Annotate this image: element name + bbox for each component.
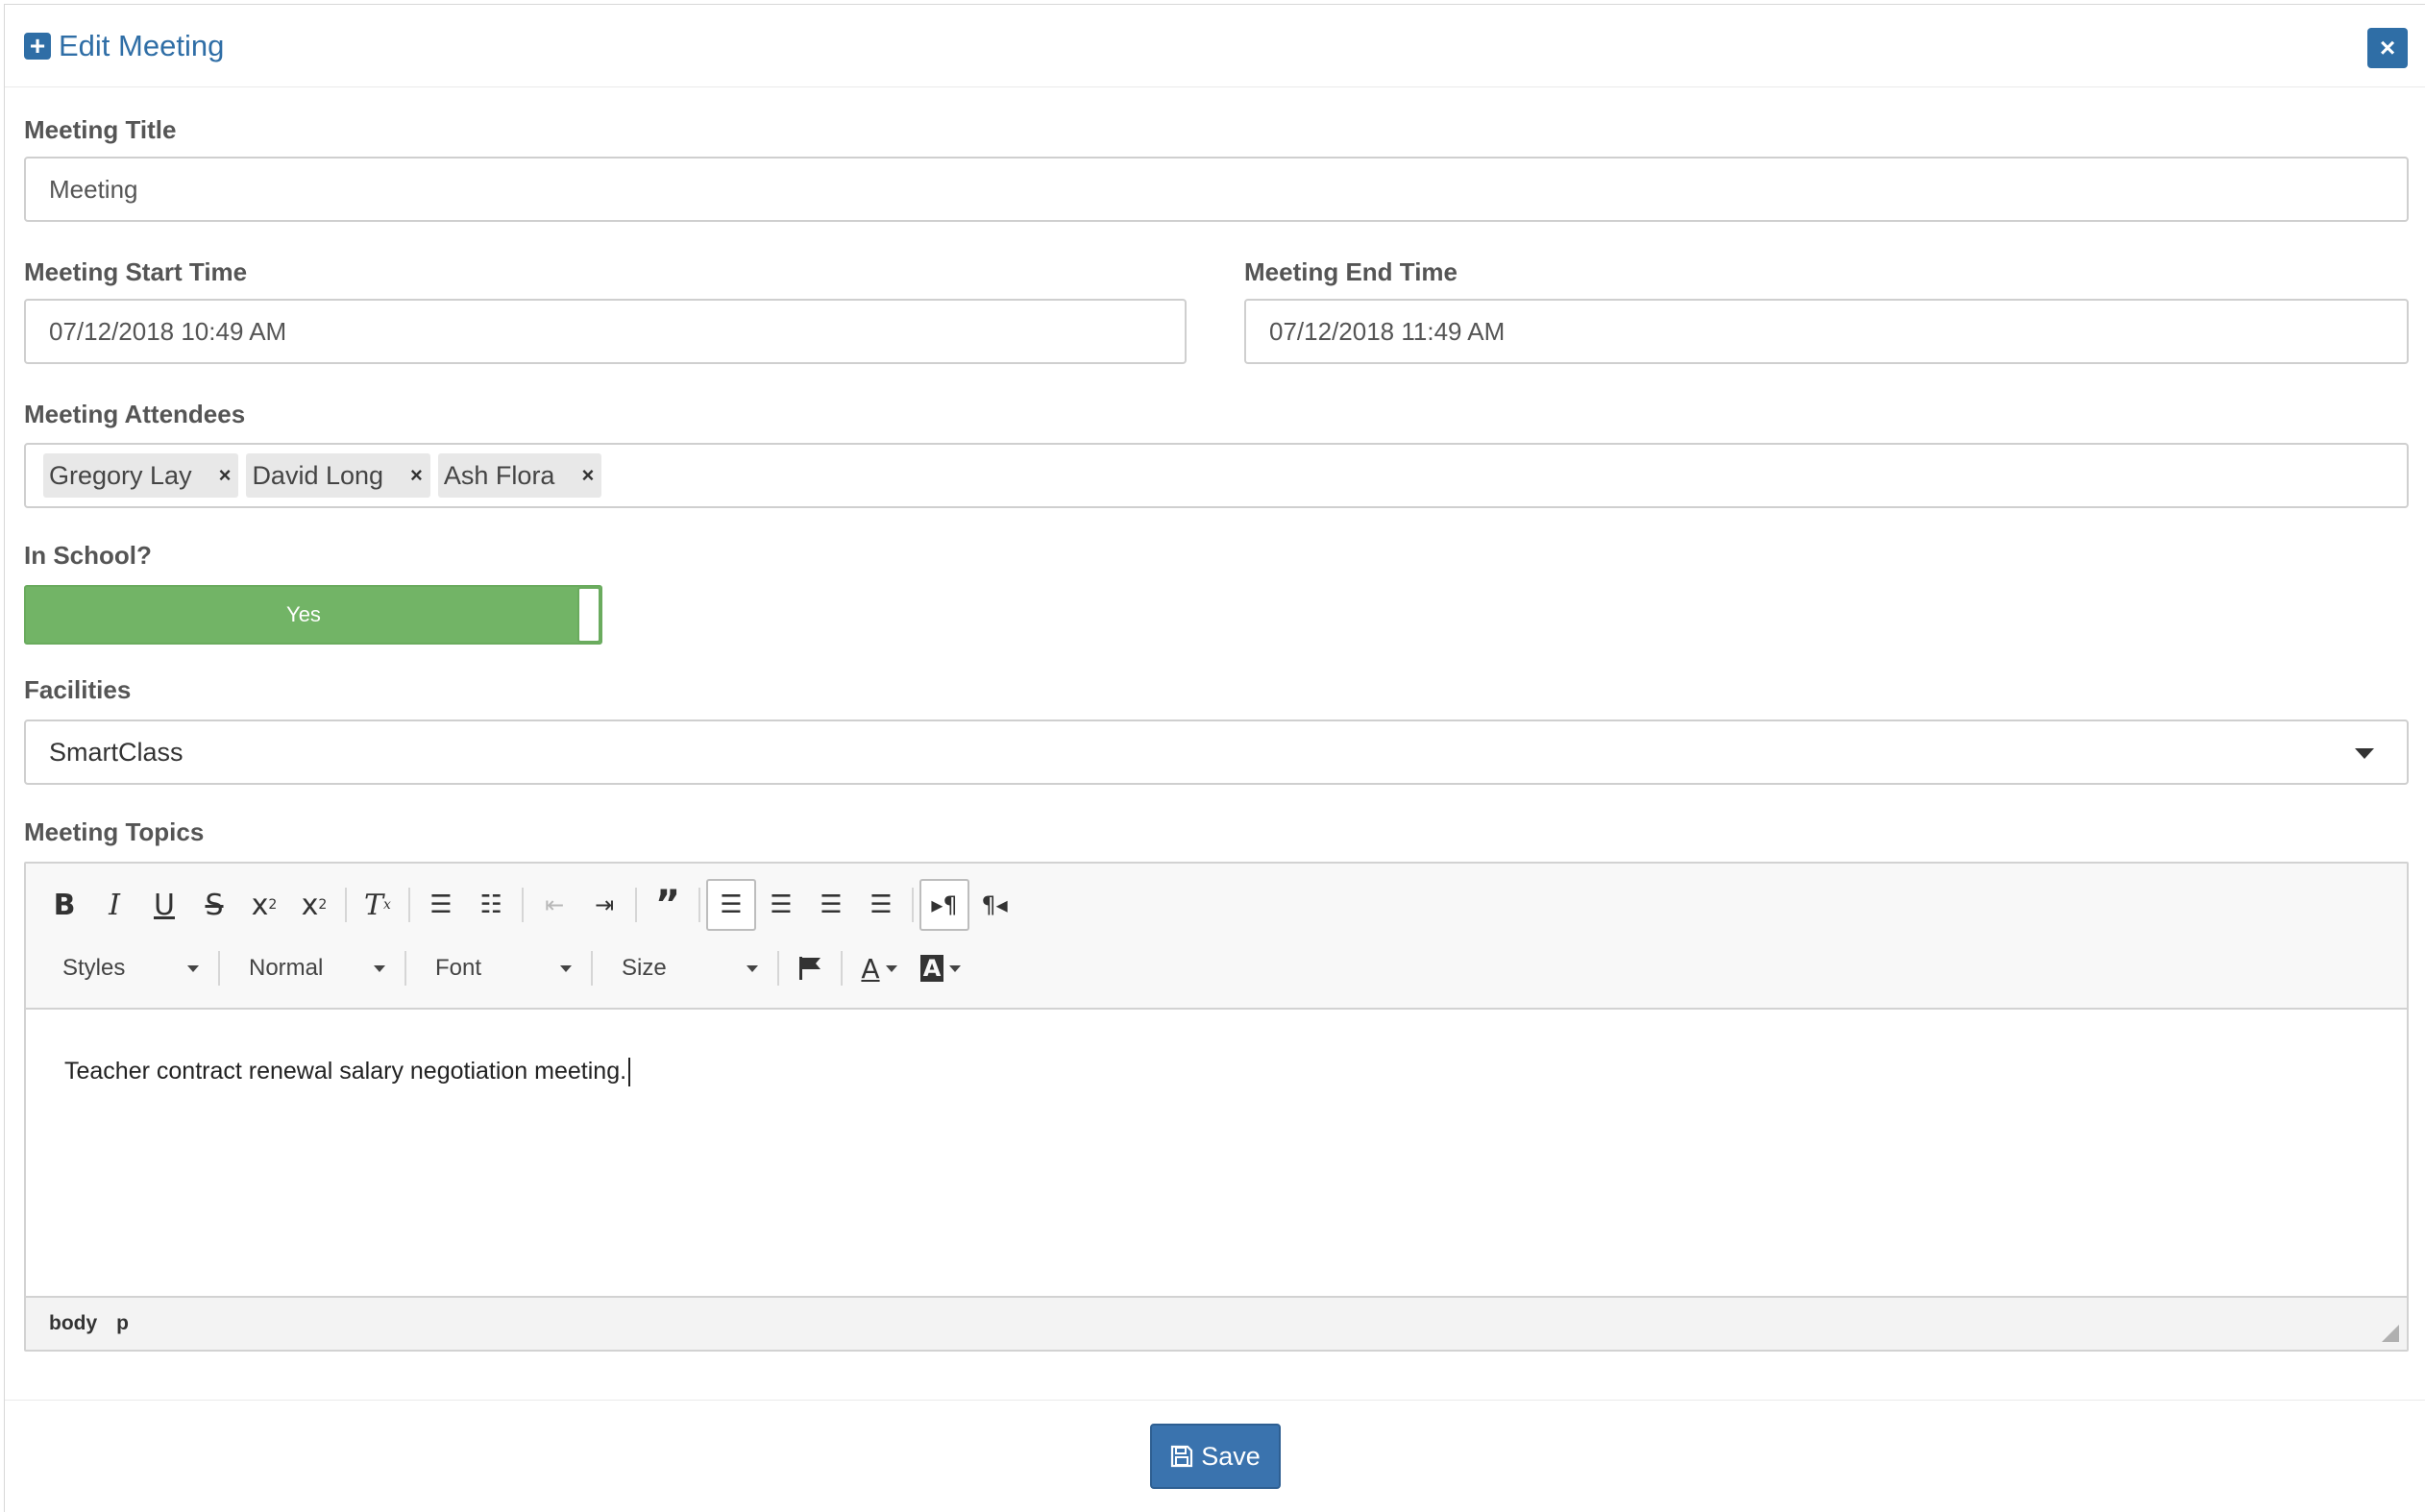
font-combo-label: Font [435, 955, 482, 981]
in-school-toggle[interactable]: Yes [24, 585, 602, 645]
anchor-button[interactable] [785, 942, 835, 994]
end-time-input[interactable] [1244, 299, 2409, 364]
editor-toolbar: B I U S x2 x2 Tx ☰ ☷ ⇤ ⇥ ” ☰ ☰ ☰ ☰ ▸¶ ¶◂… [26, 864, 2407, 1010]
toolbar-divider [345, 888, 347, 922]
save-icon [1171, 1445, 1193, 1468]
bulleted-list-button[interactable]: ☷ [466, 879, 516, 931]
toolbar-divider [698, 888, 700, 922]
toolbar-divider [522, 888, 524, 922]
close-icon: × [2379, 33, 2396, 62]
toolbar-divider [408, 888, 410, 922]
toolbar-divider [635, 888, 637, 922]
meeting-title-label: Meeting Title [24, 115, 177, 144]
path-body[interactable]: body [49, 1312, 97, 1335]
save-button[interactable]: Save [1150, 1424, 1281, 1489]
outdent-button[interactable]: ⇤ [529, 879, 579, 931]
toggle-handle[interactable] [577, 587, 600, 643]
save-label: Save [1201, 1441, 1261, 1471]
start-time-input[interactable] [24, 299, 1187, 364]
facilities-select[interactable]: SmartClass [24, 719, 2409, 785]
justify-button[interactable]: ☰ [856, 879, 906, 931]
meeting-title-input[interactable] [24, 157, 2409, 222]
chevron-down-icon [2355, 748, 2374, 759]
styles-combo-label: Styles [62, 955, 126, 981]
editor-content[interactable]: Teacher contract renewal salary negotiat… [26, 1010, 2407, 1296]
format-combo-label: Normal [249, 955, 324, 981]
text-color-icon: A [861, 952, 880, 985]
editor-text: Teacher contract renewal salary negotiat… [64, 1058, 627, 1085]
numbered-list-button[interactable]: ☰ [416, 879, 466, 931]
blockquote-button[interactable]: ” [643, 879, 693, 931]
attendee-tag-label: David Long [252, 460, 384, 490]
remove-attendee-icon[interactable]: × [219, 463, 232, 488]
align-right-button[interactable]: ☰ [806, 879, 856, 931]
attendee-tag: Ash Flora × [437, 453, 602, 498]
chevron-down-icon [560, 964, 572, 972]
edit-meeting-modal: + Edit Meeting × Meeting Title Meeting S… [4, 4, 2425, 1512]
editor-path-bar: body p [26, 1296, 2407, 1350]
size-combo-label: Size [622, 955, 667, 981]
close-button[interactable]: × [2367, 28, 2408, 68]
rtl-button[interactable]: ¶◂ [969, 879, 1019, 931]
italic-button[interactable]: I [89, 879, 139, 931]
resize-icon[interactable] [2382, 1325, 2399, 1342]
toolbar-divider [404, 951, 406, 986]
size-combo[interactable]: Size [599, 942, 772, 994]
chevron-down-icon [885, 964, 897, 972]
chevron-down-icon [374, 964, 385, 972]
flag-icon [799, 957, 821, 980]
text-cursor [628, 1058, 631, 1087]
bold-button[interactable]: B [39, 879, 89, 931]
facilities-label: Facilities [24, 675, 132, 704]
topics-editor: B I U S x2 x2 Tx ☰ ☷ ⇤ ⇥ ” ☰ ☰ ☰ ☰ ▸¶ ¶◂… [24, 862, 2409, 1352]
start-time-label: Meeting Start Time [24, 257, 248, 286]
attendee-tag-label: Gregory Lay [49, 460, 192, 490]
remove-format-button[interactable]: Tx [353, 879, 403, 931]
attendee-tag: David Long × [246, 453, 430, 498]
facilities-selected-value: SmartClass [49, 737, 184, 767]
attendee-tag-label: Ash Flora [443, 460, 555, 490]
modal-title: + Edit Meeting [24, 29, 224, 63]
toolbar-row-1: B I U S x2 x2 Tx ☰ ☷ ⇤ ⇥ ” ☰ ☰ ☰ ☰ ▸¶ ¶◂ [39, 877, 1019, 933]
background-color-button[interactable]: A [910, 942, 971, 994]
toolbar-row-2: Styles Normal Font Size A A [39, 940, 971, 996]
chevron-down-icon [949, 964, 962, 972]
attendees-input[interactable]: Gregory Lay × David Long × Ash Flora × [24, 443, 2409, 508]
toolbar-divider [591, 951, 593, 986]
ltr-button[interactable]: ▸¶ [919, 879, 969, 931]
toolbar-divider [841, 951, 843, 986]
format-combo[interactable]: Normal [226, 942, 399, 994]
align-left-button[interactable]: ☰ [706, 879, 756, 931]
text-color-button[interactable]: A [848, 942, 910, 994]
modal-footer: Save [5, 1400, 2425, 1512]
remove-attendee-icon[interactable]: × [410, 463, 423, 488]
attendees-label: Meeting Attendees [24, 400, 246, 428]
superscript-button[interactable]: x2 [289, 879, 339, 931]
toolbar-divider [777, 951, 779, 986]
toolbar-divider [218, 951, 220, 986]
path-p[interactable]: p [116, 1312, 129, 1335]
end-time-label: Meeting End Time [1244, 257, 1457, 286]
toolbar-divider [912, 888, 914, 922]
subscript-button[interactable]: x2 [239, 879, 289, 931]
topics-label: Meeting Topics [24, 817, 205, 846]
strikethrough-button[interactable]: S [189, 879, 239, 931]
indent-button[interactable]: ⇥ [579, 879, 629, 931]
font-combo[interactable]: Font [412, 942, 585, 994]
chevron-down-icon [187, 964, 199, 972]
modal-title-text: Edit Meeting [59, 28, 225, 62]
modal-header: + Edit Meeting × [5, 5, 2425, 87]
plus-square-icon: + [24, 32, 51, 60]
attendee-tag: Gregory Lay × [43, 453, 239, 498]
styles-combo[interactable]: Styles [39, 942, 212, 994]
remove-attendee-icon[interactable]: × [581, 463, 594, 488]
background-color-icon: A [919, 955, 944, 982]
align-center-button[interactable]: ☰ [756, 879, 806, 931]
in-school-label: In School? [24, 541, 152, 570]
toggle-value: Yes [286, 602, 321, 626]
underline-button[interactable]: U [139, 879, 189, 931]
chevron-down-icon [747, 964, 758, 972]
